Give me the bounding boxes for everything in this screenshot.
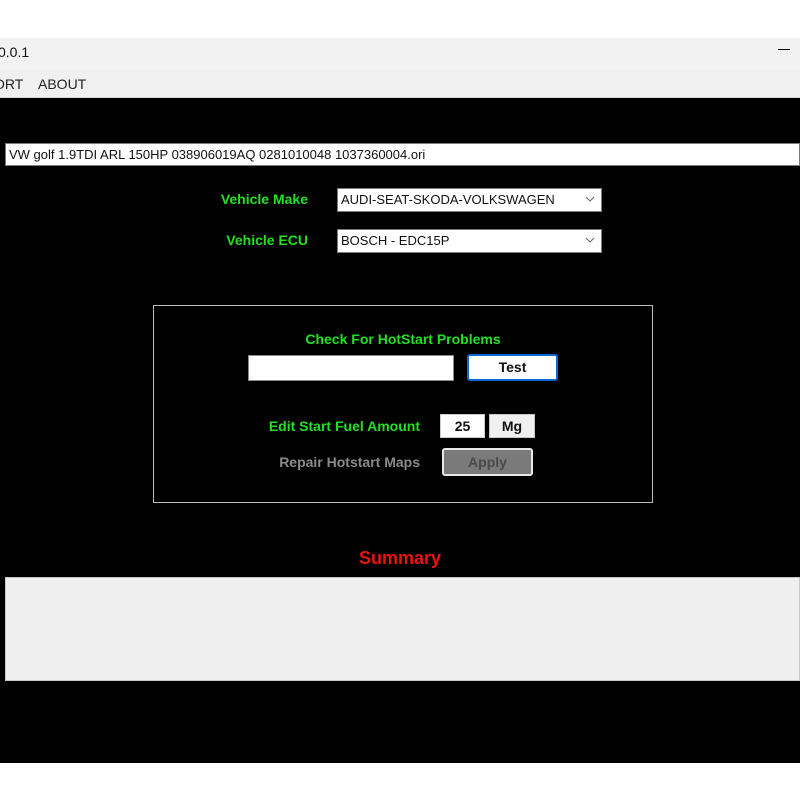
repair-hotstart-label: Repair Hotstart Maps	[279, 454, 420, 470]
chevron-down-icon	[585, 237, 595, 243]
vehicle-make-value: AUDI-SEAT-SKODA-VOLKSWAGEN	[341, 192, 555, 207]
test-button[interactable]: Test	[467, 354, 558, 381]
file-path-field[interactable]: VW golf 1.9TDI ARL 150HP 038906019AQ 028…	[5, 143, 800, 166]
window-title: 0.0.1	[0, 44, 30, 60]
summary-textbox[interactable]	[5, 577, 800, 681]
vehicle-ecu-label: Vehicle ECU	[226, 232, 308, 248]
hotstart-group-box: Check For HotStart Problems Test Edit St…	[153, 305, 653, 503]
test-result-input[interactable]	[248, 355, 454, 381]
vehicle-make-dropdown[interactable]: AUDI-SEAT-SKODA-VOLKSWAGEN	[337, 188, 602, 212]
minimize-icon	[778, 48, 790, 50]
vehicle-ecu-value: BOSCH - EDC15P	[341, 233, 450, 248]
menu-item-export[interactable]: ORT	[0, 76, 23, 92]
chevron-down-icon	[585, 196, 595, 202]
minimize-button[interactable]	[760, 38, 800, 70]
apply-button[interactable]: Apply	[442, 448, 533, 476]
screen-top-strip	[0, 0, 800, 38]
start-fuel-label: Edit Start Fuel Amount	[268, 418, 420, 434]
menu-bar: ORT ABOUT	[0, 70, 800, 98]
check-hotstart-title: Check For HotStart Problems	[305, 331, 501, 347]
fuel-unit-button[interactable]: Mg	[489, 414, 535, 438]
menu-item-about[interactable]: ABOUT	[38, 76, 86, 92]
start-fuel-input[interactable]: 25	[440, 414, 485, 438]
title-bar: 0.0.1	[0, 38, 800, 70]
summary-title: Summary	[358, 548, 442, 568]
main-panel: VW golf 1.9TDI ARL 150HP 038906019AQ 028…	[0, 98, 800, 763]
vehicle-make-label: Vehicle Make	[220, 191, 308, 207]
vehicle-ecu-dropdown[interactable]: BOSCH - EDC15P	[337, 229, 602, 253]
